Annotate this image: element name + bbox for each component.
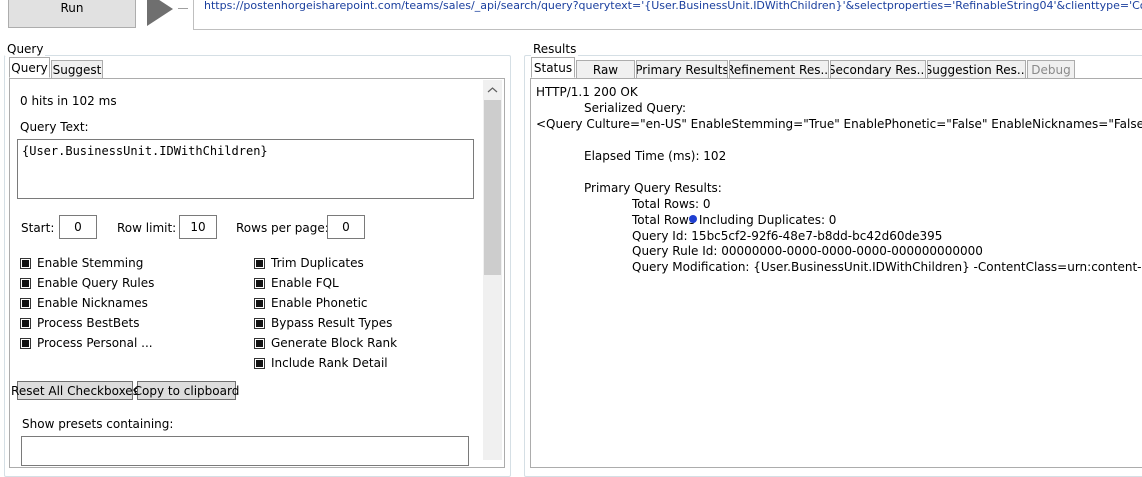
checkbox-generate-block-rank[interactable]: Generate Block Rank <box>254 336 397 350</box>
tab-status[interactable]: Status <box>531 57 575 78</box>
status-line-serialized-query: <Query Culture="en-US" EnableStemming="T… <box>536 117 1142 131</box>
checkbox-box <box>20 337 31 349</box>
scroll-up-icon[interactable] <box>483 82 502 98</box>
row-limit-input[interactable]: 10 <box>179 215 217 239</box>
start-input[interactable]: 0 <box>59 215 97 239</box>
checkbox-box <box>20 317 31 329</box>
checkbox-enable-nicknames[interactable]: Enable Nicknames <box>20 296 148 310</box>
checkbox-label: Enable Nicknames <box>37 296 148 310</box>
query-text-input[interactable]: {User.BusinessUnit.IDWithChildren} <box>17 139 474 199</box>
checkbox-box <box>254 337 265 349</box>
status-line-http: HTTP/1.1 200 OK <box>536 85 638 99</box>
run-button[interactable]: Run <box>8 0 136 28</box>
checkbox-box <box>254 277 265 289</box>
query-scrollbar-thumb[interactable] <box>484 100 501 275</box>
copy-to-clipboard-button[interactable]: Copy to clipboard <box>134 381 239 400</box>
rows-per-page-label: Rows per page: <box>236 221 329 235</box>
checkbox-process-personal[interactable]: Process Personal ... <box>20 336 153 350</box>
checkbox-box <box>254 317 265 329</box>
checkbox-label: Generate Block Rank <box>271 336 398 350</box>
rows-per-page-input[interactable]: 0 <box>327 215 365 239</box>
tab-debug[interactable]: Debug <box>1027 60 1075 79</box>
checkbox-box <box>20 257 31 269</box>
start-label: Start: <box>21 221 55 235</box>
checkbox-bypass-result-types[interactable]: Bypass Result Types <box>254 316 392 330</box>
checkbox-box <box>254 257 265 269</box>
checkbox-process-bestbets[interactable]: Process BestBets <box>20 316 139 330</box>
query-group-legend: Query <box>5 42 46 56</box>
presets-filter-input[interactable] <box>21 436 469 466</box>
status-line-primary-label: Primary Query Results: <box>584 181 722 195</box>
checkbox-box <box>20 277 31 289</box>
row-limit-label: Row limit: <box>117 221 177 235</box>
checkbox-include-rank-detail[interactable]: Include Rank Detail <box>254 356 388 370</box>
status-line-elapsed: Elapsed Time (ms): 102 <box>584 149 727 163</box>
tab-raw[interactable]: Raw <box>576 60 635 79</box>
checkbox-label: Enable Stemming <box>37 256 144 270</box>
status-line-total-rows: Total Rows: 0 <box>632 197 711 211</box>
checkbox-box <box>254 297 265 309</box>
tab-suggest[interactable]: Suggest <box>51 60 103 79</box>
hits-text: 0 hits in 102 ms <box>20 94 117 108</box>
status-line-query-rule-id: Query Rule Id: 00000000-0000-0000-0000-0… <box>632 244 983 258</box>
mouse-cursor-icon <box>689 215 697 223</box>
checkbox-box <box>254 357 265 369</box>
status-line-query-id: Query Id: 15bc5cf2-92f6-48e7-b8dd-bc42d6… <box>632 229 943 243</box>
checkbox-enable-fql[interactable]: Enable FQL <box>254 276 339 290</box>
checkbox-label: Enable Query Rules <box>37 276 155 290</box>
checkbox-label: Process Personal ... <box>37 336 153 350</box>
query-text-label: Query Text: <box>20 120 89 134</box>
tab-suggestion-results[interactable]: Suggestion Res... <box>927 60 1026 79</box>
status-line-total-rows-dup: Total Rows Including Duplicates: 0 <box>632 213 837 227</box>
tab-refinement-results[interactable]: Refinement Res... <box>729 60 829 79</box>
checkbox-label: Bypass Result Types <box>271 316 393 330</box>
tab-primary-results[interactable]: Primary Results <box>636 60 728 79</box>
checkbox-enable-stemming[interactable]: Enable Stemming <box>20 256 143 270</box>
query-panel <box>9 78 505 468</box>
tab-secondary-results[interactable]: Secondary Res... <box>830 60 926 79</box>
checkbox-trim-duplicates[interactable]: Trim Duplicates <box>254 256 364 270</box>
checkbox-box <box>20 297 31 309</box>
checkbox-label: Enable Phonetic <box>271 296 368 310</box>
results-group-legend: Results <box>531 42 579 56</box>
request-url-field[interactable]: https://postenhorgeisharepoint.com/teams… <box>193 0 1142 30</box>
checkbox-label: Include Rank Detail <box>271 356 388 370</box>
checkbox-label: Trim Duplicates <box>271 256 364 270</box>
query-text-value: {User.BusinessUnit.IDWithChildren} <box>22 144 268 158</box>
reset-checkboxes-button[interactable]: Reset All Checkboxes <box>11 381 139 400</box>
toolbar-separator <box>178 0 188 9</box>
play-icon[interactable] <box>147 0 175 26</box>
presets-label: Show presets containing: <box>22 417 174 431</box>
checkbox-enable-phonetic[interactable]: Enable Phonetic <box>254 296 368 310</box>
tab-query[interactable]: Query <box>9 57 50 78</box>
checkbox-label: Process BestBets <box>37 316 140 330</box>
checkbox-label: Enable FQL <box>271 276 339 290</box>
status-line-query-modification: Query Modification: {User.BusinessUnit.I… <box>632 260 1142 274</box>
checkbox-enable-query-rules[interactable]: Enable Query Rules <box>20 276 154 290</box>
status-line-serialized-label: Serialized Query: <box>584 101 687 115</box>
